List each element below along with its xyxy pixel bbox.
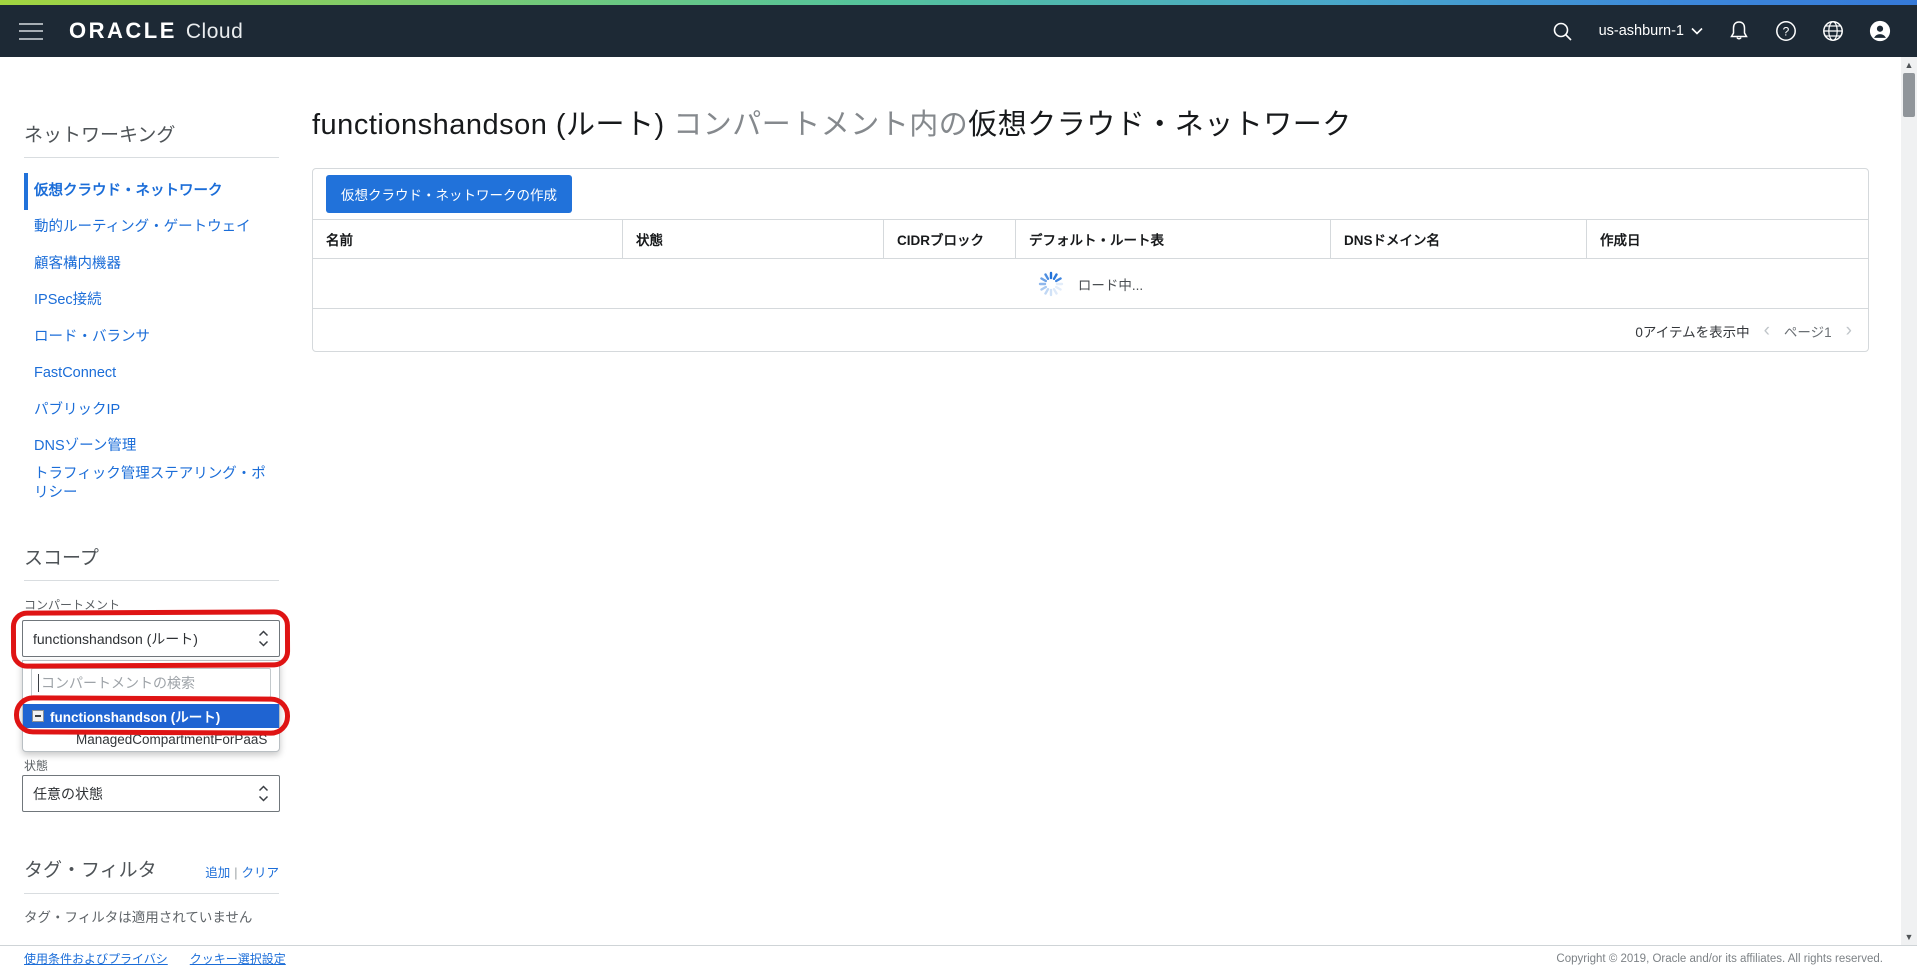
sidebar-item-traffic-management[interactable]: トラフィック管理ステアリング・ポリシー xyxy=(24,465,274,503)
compartment-label: コンパートメント xyxy=(24,596,120,613)
scrollbar-thumb[interactable] xyxy=(1903,73,1915,117)
select-stepper-icon xyxy=(258,785,269,802)
table-loading-row: ロード中... xyxy=(313,259,1868,309)
pagination-next-icon[interactable]: › xyxy=(1846,321,1852,340)
column-header-state: 状態 xyxy=(623,220,884,258)
tree-collapse-icon[interactable] xyxy=(32,710,44,722)
region-label: us-ashburn-1 xyxy=(1599,23,1684,39)
sidebar-item-virtual-cloud-networks[interactable]: 仮想クラウド・ネットワーク xyxy=(24,173,285,210)
scope-heading: スコープ xyxy=(24,543,99,570)
select-stepper-icon xyxy=(258,630,269,647)
pagination-prev-icon[interactable]: ‹ xyxy=(1764,321,1770,340)
tag-filter-clear-link[interactable]: クリア xyxy=(241,866,279,880)
chevron-down-icon xyxy=(1691,27,1703,35)
main-content: functionshandson (ルート) コンパートメント内の仮想クラウド・… xyxy=(293,57,1901,945)
sidebar-nav-list: 仮想クラウド・ネットワーク 動的ルーティング・ゲートウェイ 顧客構内機器 IPS… xyxy=(24,173,285,503)
topbar-actions: us-ashburn-1 ? xyxy=(1552,20,1917,42)
svg-text:?: ? xyxy=(1783,25,1790,39)
pagination-page-label: ページ1 xyxy=(1784,321,1832,341)
page-title-compartment: functionshandson (ルート) xyxy=(312,109,673,141)
sidebar-item-load-balancers[interactable]: ロード・バランサ xyxy=(24,319,285,356)
pagination-summary: 0アイテムを表示中 xyxy=(1635,321,1749,341)
compartment-option-root-label: functionshandson (ルート) xyxy=(50,706,220,726)
sidebar-item-public-ips[interactable]: パブリックIP xyxy=(24,392,285,429)
logo-oracle-text: ORACLE xyxy=(69,18,177,44)
compartment-search-input[interactable]: コンパートメントの検索 xyxy=(31,668,271,698)
sidebar-item-dynamic-routing-gateways[interactable]: 動的ルーティング・ゲートウェイ xyxy=(24,210,285,247)
tag-filter-heading: タグ・フィルタ xyxy=(24,855,157,882)
region-selector[interactable]: us-ashburn-1 xyxy=(1599,23,1703,39)
sidebar-item-ipsec-connections[interactable]: IPSec接続 xyxy=(24,283,285,320)
top-bar: ORACLE Cloud us-ashburn-1 ? xyxy=(0,5,1917,57)
loading-spinner-icon xyxy=(1038,271,1064,297)
footer-link-cookies[interactable]: クッキー選択設定 xyxy=(190,950,286,967)
tag-filter-empty-message: タグ・フィルタは適用されていません xyxy=(24,906,252,926)
footer-links: 使用条件およびプライバシ クッキー選択設定 xyxy=(24,950,286,967)
language-globe-icon[interactable] xyxy=(1822,20,1844,42)
column-header-name: 名前 xyxy=(313,220,623,258)
panel-toolbar: 仮想クラウド・ネットワークの作成 xyxy=(313,169,1868,219)
create-vcn-button[interactable]: 仮想クラウド・ネットワークの作成 xyxy=(326,175,572,213)
state-label: 状態 xyxy=(24,757,48,774)
sidebar-item-dns-zone-management[interactable]: DNSゾーン管理 xyxy=(24,429,285,466)
tag-filter-actions: 追加 | クリア xyxy=(205,862,279,881)
column-header-created: 作成日 xyxy=(1587,220,1868,258)
compartment-option-root[interactable]: functionshandson (ルート) xyxy=(23,704,279,728)
oracle-cloud-logo: ORACLE Cloud xyxy=(69,18,243,44)
column-header-cidr-block: CIDRブロック xyxy=(884,220,1016,258)
compartment-search-placeholder: コンパートメントの検索 xyxy=(41,673,195,693)
sidebar-item-fastconnect[interactable]: FastConnect xyxy=(24,356,285,393)
column-header-default-route-table: デフォルト・ルート表 xyxy=(1016,220,1331,258)
compartment-select[interactable]: functionshandson (ルート) xyxy=(22,620,280,657)
vertical-scrollbar[interactable]: ▲ ▼ xyxy=(1901,57,1917,945)
sidebar: ネットワーキング 仮想クラウド・ネットワーク 動的ルーティング・ゲートウェイ 顧… xyxy=(0,57,293,945)
user-avatar-icon[interactable] xyxy=(1869,20,1891,42)
scrollbar-up-arrow-icon[interactable]: ▲ xyxy=(1901,57,1917,73)
page-title-middle: コンパートメント内の xyxy=(673,109,968,141)
help-icon[interactable]: ? xyxy=(1775,20,1797,42)
logo-cloud-text: Cloud xyxy=(186,20,243,44)
sidebar-item-customer-premises-equipment[interactable]: 顧客構内機器 xyxy=(24,246,285,283)
page-title-resource: 仮想クラウド・ネットワーク xyxy=(968,109,1352,141)
link-separator: | xyxy=(234,866,237,880)
compartment-option-managed[interactable]: ManagedCompartmentForPaaS xyxy=(23,728,279,751)
footer: 使用条件およびプライバシ クッキー選択設定 Copyright © 2019, … xyxy=(0,945,1917,971)
compartment-option-managed-label: ManagedCompartmentForPaaS xyxy=(76,732,267,747)
divider xyxy=(24,893,279,894)
divider xyxy=(24,157,279,158)
notifications-bell-icon[interactable] xyxy=(1728,20,1750,42)
state-select[interactable]: 任意の状態 xyxy=(22,775,280,812)
column-header-dns-domain-name: DNSドメイン名 xyxy=(1331,220,1587,258)
hamburger-menu-icon[interactable] xyxy=(19,23,43,40)
search-icon[interactable] xyxy=(1552,20,1574,42)
vcn-list-panel: 仮想クラウド・ネットワークの作成 名前 状態 CIDRブロック デフォルト・ルー… xyxy=(312,168,1869,352)
page-title: functionshandson (ルート) コンパートメント内の仮想クラウド・… xyxy=(312,103,1352,147)
footer-copyright: Copyright © 2019, Oracle and/or its affi… xyxy=(1556,953,1883,965)
state-select-value: 任意の状態 xyxy=(33,784,103,804)
scrollbar-down-arrow-icon[interactable]: ▼ xyxy=(1901,929,1917,945)
tag-filter-add-link[interactable]: 追加 xyxy=(205,866,230,880)
compartment-dropdown-panel: コンパートメントの検索 functionshandson (ルート) Manag… xyxy=(22,660,280,752)
text-cursor xyxy=(38,674,39,692)
footer-link-terms[interactable]: 使用条件およびプライバシ xyxy=(24,950,168,967)
sidebar-heading-networking: ネットワーキング xyxy=(24,120,175,147)
pagination-row: 0アイテムを表示中 ‹ ページ1 › xyxy=(313,309,1868,352)
table-header-row: 名前 状態 CIDRブロック デフォルト・ルート表 DNSドメイン名 作成日 xyxy=(313,219,1868,259)
divider xyxy=(24,580,279,581)
loading-text: ロード中... xyxy=(1078,274,1143,294)
compartment-select-value: functionshandson (ルート) xyxy=(33,629,198,649)
